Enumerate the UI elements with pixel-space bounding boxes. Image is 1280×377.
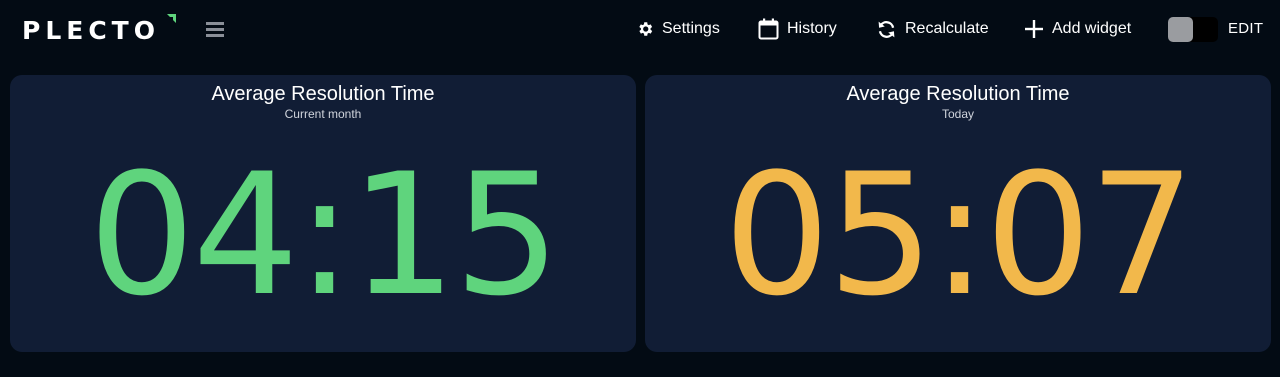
logo-accent-mark (167, 14, 176, 23)
widget-subtitle: Current month (284, 107, 362, 121)
widget-value: 04:15 (88, 137, 560, 333)
add-widget-button[interactable]: Add widget (1024, 14, 1131, 44)
add-widget-label: Add widget (1052, 20, 1132, 37)
plecto-logo[interactable]: PLECTO (22, 13, 160, 47)
history-button[interactable]: History (758, 14, 837, 44)
widget-title: Average Resolution Time (211, 83, 435, 105)
refresh-icon (878, 20, 895, 38)
widget-value: 05:07 (723, 137, 1195, 333)
edit-toggle-label: EDIT (1228, 20, 1264, 37)
settings-button[interactable]: Settings (636, 14, 720, 44)
recalculate-label: Recalculate (905, 20, 989, 37)
top-navigation-bar: PLECTO Settings History Recalculate Add … (0, 0, 1280, 60)
edit-mode-toggle[interactable] (1168, 17, 1218, 42)
widget-avg-resolution-month[interactable]: Average Resolution Time Current month 04… (10, 75, 636, 352)
recalculate-button[interactable]: Recalculate (876, 14, 989, 44)
widget-avg-resolution-today[interactable]: Average Resolution Time Today 05:07 (645, 75, 1271, 352)
widget-title: Average Resolution Time (846, 83, 1070, 105)
history-label: History (787, 20, 837, 37)
hamburger-menu-button[interactable] (204, 18, 226, 40)
hamburger-icon (206, 22, 224, 37)
toggle-knob (1168, 17, 1193, 42)
widget-subtitle: Today (941, 107, 975, 121)
gear-icon (639, 22, 653, 36)
logo-text: PLECTO (22, 15, 160, 45)
plus-icon (1025, 20, 1043, 38)
settings-label: Settings (662, 20, 720, 37)
calendar-icon (758, 18, 779, 40)
